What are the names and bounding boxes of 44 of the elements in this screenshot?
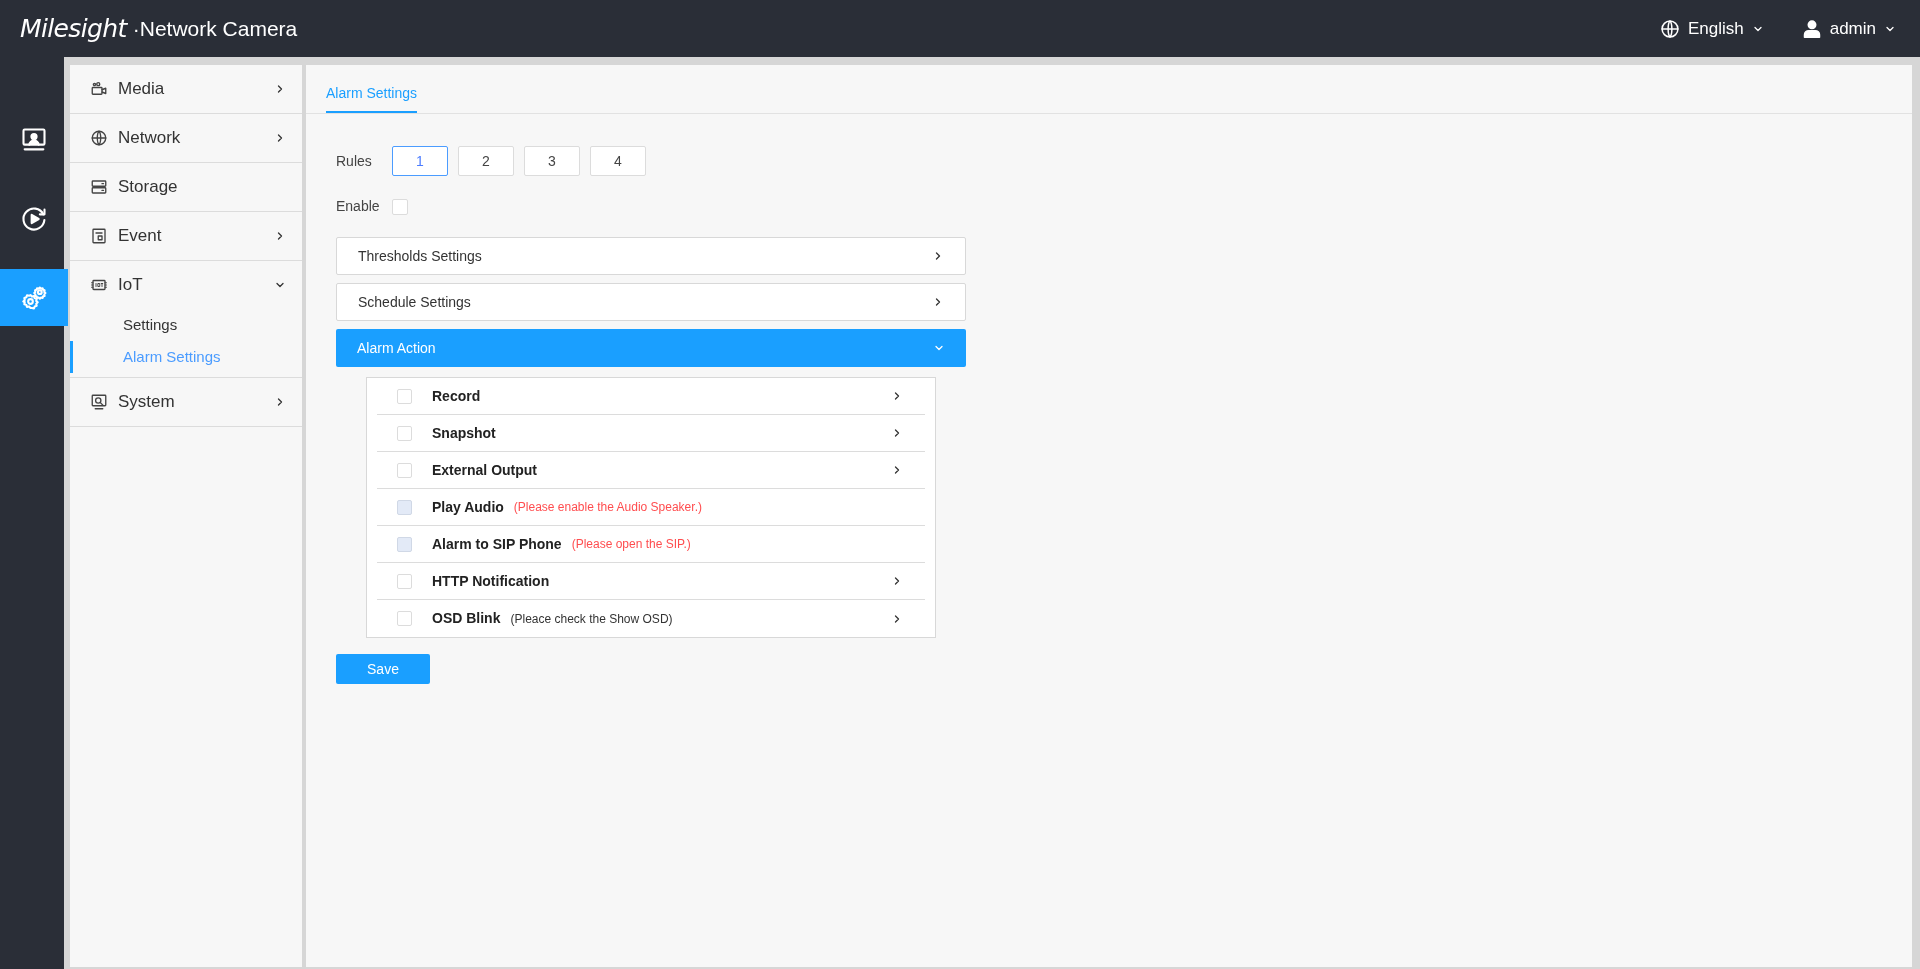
gears-icon [20, 283, 48, 312]
action-label: OSD Blink [432, 609, 501, 628]
checkbox[interactable] [397, 425, 412, 441]
enable-checkbox[interactable] [392, 198, 408, 215]
checkbox[interactable] [397, 611, 412, 626]
sidebar-item[interactable]: Storage [70, 163, 302, 211]
rule-option[interactable]: 4 [590, 146, 646, 176]
sidebar-item[interactable]: Network [70, 114, 302, 162]
logo: Milesight [20, 12, 127, 45]
globe-icon [1659, 18, 1680, 39]
action-label: Record [432, 386, 481, 406]
warning-note: (Please open the SIP.) [571, 536, 691, 553]
enable-label: Enable [336, 197, 381, 216]
section-header[interactable]: Thresholds Settings [336, 237, 966, 275]
play-circle-icon [20, 204, 48, 233]
rule-option[interactable]: 3 [524, 146, 580, 176]
warning-note: (Please enable the Audio Speaker.) [513, 499, 702, 516]
sidebar-item[interactable]: Media [70, 65, 302, 113]
rules-label: Rules [336, 151, 373, 171]
rule-option[interactable]: 2 [458, 146, 514, 176]
checkbox[interactable] [397, 388, 412, 404]
sidebar-subitem[interactable]: Settings [70, 309, 302, 341]
product-title: ·Network Camera [132, 15, 298, 42]
action-label: HTTP Notification [432, 571, 550, 591]
user-menu[interactable]: admin [1801, 15, 1896, 42]
system-icon [90, 393, 108, 411]
sidebar-item[interactable]: IoT [70, 261, 302, 309]
action-label: Play Audio [432, 497, 504, 517]
sidebar-item[interactable]: Event [70, 212, 302, 260]
globe-icon [90, 129, 108, 147]
sidebar-item[interactable]: System [70, 378, 302, 426]
storage-icon [90, 178, 108, 196]
checkbox[interactable] [397, 573, 412, 589]
rule-option[interactable]: 1 [392, 146, 448, 176]
section-header[interactable]: Schedule Settings [336, 283, 966, 321]
action-label: External Output [432, 460, 537, 480]
action-label: Snapshot [432, 423, 496, 443]
hint-note: (Pleace check the Show OSD) [510, 610, 673, 628]
action-label: Alarm to SIP Phone [432, 534, 562, 554]
checkbox[interactable] [397, 462, 412, 478]
camera-icon [90, 80, 108, 98]
language-menu[interactable]: English [1659, 15, 1764, 42]
event-icon [90, 227, 108, 245]
user-icon [1801, 18, 1822, 39]
